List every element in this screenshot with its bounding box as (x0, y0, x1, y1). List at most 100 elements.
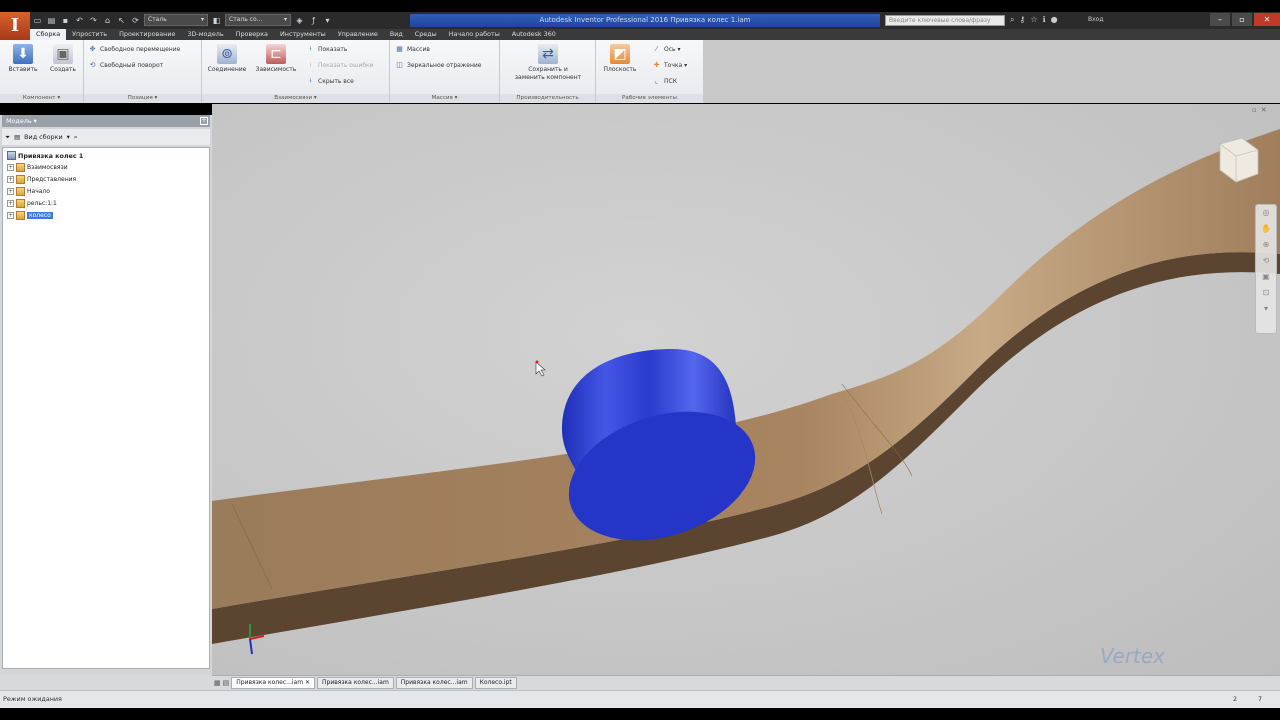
update-icon[interactable]: ⟳ (130, 15, 141, 26)
adjust-icon[interactable]: ◈ (294, 15, 305, 26)
panel-position: ✥ Свободное перемещение ⟲ Свободный поворо… (84, 40, 202, 103)
z-axis-icon (249, 638, 253, 655)
assembly-view-select[interactable]: Вид сборки (24, 133, 62, 141)
tree-item-origin[interactable]: + Начало (7, 187, 50, 196)
show-button[interactable]: ⟊ Показать (306, 44, 348, 55)
tree-root[interactable]: Привязка колес 1 (7, 151, 83, 160)
viewport-controls: ▫ ✕ (1252, 106, 1267, 114)
tab-7[interactable]: Вид (384, 29, 409, 40)
appearance-icon[interactable]: ◧ (211, 15, 222, 26)
mirror-button[interactable]: ◫ Зеркальное отражение (395, 60, 481, 71)
maximize-button[interactable]: ▫ (1232, 13, 1252, 26)
joint-button[interactable]: ⊚ Соединение (205, 44, 249, 74)
pan-icon[interactable]: ✋ (1256, 221, 1276, 237)
expand-icon[interactable]: + (7, 200, 14, 207)
tab-6[interactable]: Управление (332, 29, 384, 40)
free-rotate-button[interactable]: ⟲ Свободный поворот (88, 60, 164, 71)
app-logo[interactable]: I (0, 12, 30, 40)
scene-svg (212, 129, 1280, 655)
constrain-button[interactable]: ⊏ Зависимость (253, 44, 299, 74)
tab-10[interactable]: Autodesk 360 (506, 29, 562, 40)
graphics-viewport[interactable]: ▫ ✕ ◎ ✋ ⊕ ⟲ ▣ ⊡ ▾ Vertex (212, 104, 1280, 675)
steering-wheel-icon[interactable]: ◎ (1256, 205, 1276, 221)
key-icon[interactable]: ⚷ (1019, 14, 1025, 26)
axis-button[interactable]: ⁄ Ось ▾ (652, 44, 681, 55)
tree-item-relationships[interactable]: + Взаимосвязи (7, 163, 68, 172)
info-icon[interactable]: ℹ (1043, 14, 1046, 26)
tab-3[interactable]: 3D-модель (181, 29, 229, 40)
more-icon[interactable]: ▾ (322, 15, 333, 26)
create-button[interactable]: ▣ Создать (43, 44, 83, 74)
new-icon[interactable]: ▭ (32, 15, 43, 26)
close-tab-icon[interactable]: ✕ (305, 679, 310, 686)
close-view-icon[interactable]: ✕ (1261, 106, 1267, 114)
browser-header[interactable]: Модель ▾ + (2, 115, 210, 127)
material-select[interactable]: Сталь ▾ (144, 14, 208, 26)
tab-0[interactable]: Сборка (30, 29, 67, 40)
insert-button[interactable]: ⬇ Вставить (3, 44, 43, 74)
restore-icon[interactable]: ▫ (1252, 106, 1257, 114)
appearance-select[interactable]: Сталь со... ▾ (225, 14, 291, 26)
ucs-button[interactable]: ⌞ ПСК (652, 76, 677, 87)
tab-8[interactable]: Среды (409, 29, 443, 40)
doc-tab[interactable]: Привязка колес...iam (317, 677, 394, 689)
save-icon[interactable]: ▪ (60, 15, 71, 26)
tree-item-rail[interactable]: + рельс:1:1 (7, 199, 57, 208)
pin-icon[interactable]: + (200, 117, 208, 125)
panel-title-productivity: Производительность (500, 94, 595, 103)
doc-tab[interactable]: Привязка колес...iam (395, 677, 473, 689)
chevron-down-icon[interactable]: ▾ (67, 133, 70, 141)
undo-icon[interactable]: ↶ (74, 15, 85, 26)
tab-1[interactable]: Упростить (66, 29, 113, 40)
plane-button[interactable]: ◩ Плоскость (598, 44, 642, 74)
doc-tab[interactable]: Колесо.ipt (474, 677, 517, 689)
binoculars-icon[interactable]: ⌕ (1010, 14, 1014, 26)
hide-all-button[interactable]: ⟊ Скрыть все (306, 76, 354, 87)
search-input[interactable]: Введите ключевые слова/фразу (885, 15, 1005, 26)
show-sick-button[interactable]: ⟊ Показать ошибки (306, 60, 374, 71)
fx-icon[interactable]: ƒ (308, 15, 319, 26)
panel-title-component[interactable]: Компонент ▾ (0, 94, 83, 103)
cascade-icon[interactable]: ▤ (223, 679, 230, 687)
signin-link[interactable]: Вход (1088, 14, 1104, 26)
filter-icon[interactable]: ⏷ (5, 133, 10, 142)
expand-icon[interactable]: + (7, 188, 14, 195)
close-button[interactable]: ✕ (1254, 13, 1280, 26)
pattern-button[interactable]: ▦ Массив (395, 44, 430, 55)
tab-5[interactable]: Инструменты (274, 29, 332, 40)
axis-icon: ⁄ (655, 45, 658, 53)
select-icon[interactable]: ↖ (116, 15, 127, 26)
navigation-bar: ◎ ✋ ⊕ ⟲ ▣ ⊡ ▾ (1255, 204, 1277, 334)
doc-tab[interactable]: Привязка колес...iam ✕ (231, 677, 315, 689)
panel-title-position[interactable]: Позиция ▾ (84, 94, 201, 103)
nav-more-icon[interactable]: ▾ (1256, 301, 1276, 317)
fit-icon[interactable]: ⊡ (1256, 285, 1276, 301)
tile-icon[interactable]: ▦ (214, 679, 221, 687)
user-icon[interactable]: ● (1051, 14, 1058, 26)
tab-4[interactable]: Проверка (230, 29, 274, 40)
quick-access-toolbar: ▭ ▤ ▪ ↶ ↷ ⌂ ↖ ⟳ Сталь ▾ ◧ Сталь со... ▾ ◈ … (32, 14, 333, 26)
zoom-icon[interactable]: ⊕ (1256, 237, 1276, 253)
minimize-button[interactable]: – (1210, 13, 1230, 26)
binoculars-icon[interactable]: ⌕ (74, 133, 78, 142)
tab-9[interactable]: Начало работы (443, 29, 506, 40)
point-button[interactable]: ✚ Точка ▾ (652, 60, 688, 71)
tree-item-wheel[interactable]: + колесо (7, 211, 53, 220)
panel-title-pattern[interactable]: Массив ▾ (390, 94, 499, 103)
show-sick-label: Показать ошибки (318, 62, 374, 69)
expand-icon[interactable]: + (7, 164, 14, 171)
star-icon[interactable]: ☆ (1030, 14, 1037, 26)
orbit-icon[interactable]: ⟲ (1256, 253, 1276, 269)
redo-icon[interactable]: ↷ (88, 15, 99, 26)
free-move-button[interactable]: ✥ Свободное перемещение (88, 44, 181, 55)
look-at-icon[interactable]: ▣ (1256, 269, 1276, 285)
expand-icon[interactable]: + (7, 176, 14, 183)
expand-icon[interactable]: + (7, 212, 14, 219)
home-icon[interactable]: ⌂ (102, 15, 113, 26)
tab-2[interactable]: Проектирование (113, 29, 181, 40)
panel-title-relationships[interactable]: Взаимосвязи ▾ (202, 94, 389, 103)
open-icon[interactable]: ▤ (46, 15, 57, 26)
hide-all-label: Скрыть все (318, 78, 354, 85)
save-replace-button[interactable]: ⇄ Сохранить и заменить компонент (504, 44, 592, 82)
tree-item-representations[interactable]: + Представления (7, 175, 76, 184)
